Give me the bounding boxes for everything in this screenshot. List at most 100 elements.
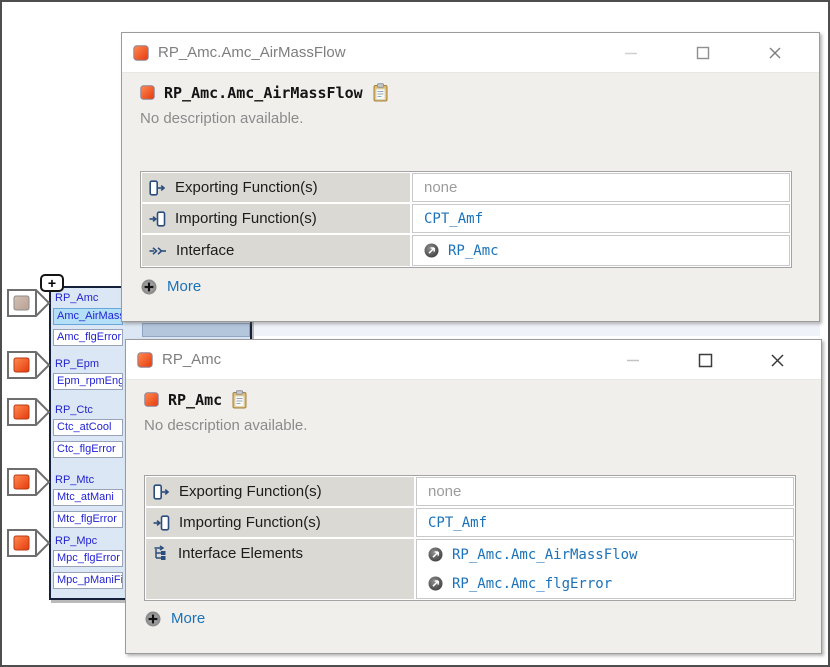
port-flag-icon[interactable]	[6, 468, 52, 501]
port-label[interactable]: RP_Amc	[55, 292, 123, 304]
port-item[interactable]: Mpc_pManiFilt	[53, 572, 123, 589]
row-value: RP_Amc.Amc_AirMassFlow RP_Amc.Amc_flgErr…	[416, 539, 794, 599]
row-value: none	[416, 477, 794, 506]
close-button[interactable]	[741, 340, 813, 380]
interface-element-icon	[140, 85, 155, 100]
interface-elements-icon	[153, 545, 169, 561]
row-label-text: Exporting Function(s)	[179, 483, 322, 500]
navigate-icon[interactable]	[428, 547, 443, 562]
window-title: RP_Amc.Amc_AirMassFlow	[158, 44, 346, 61]
navigate-icon[interactable]	[424, 243, 439, 258]
screenshot-frame: + RP_Amc Amc_AirMass Amc_flgError RP_Epm…	[0, 0, 830, 667]
interface-element-link[interactable]: RP_Amc.Amc_flgError	[452, 576, 612, 592]
table-row: Interface RP_Amc	[142, 235, 790, 266]
port-item[interactable]: Mtc_flgError	[53, 511, 123, 528]
object-name: RP_Amc.Amc_AirMassFlow	[164, 84, 363, 102]
row-label: Interface	[142, 235, 410, 266]
interface-element-link[interactable]: RP_Amc.Amc_AirMassFlow	[452, 547, 637, 563]
row-label-text: Importing Function(s)	[179, 514, 321, 531]
row-value: none	[412, 173, 790, 202]
importing-function-link[interactable]: CPT_Amf	[428, 515, 487, 531]
object-header: RP_Amc.Amc_AirMassFlow	[140, 83, 389, 102]
minimize-icon	[624, 46, 638, 60]
row-label: Importing Function(s)	[146, 508, 414, 537]
port-item[interactable]: Epm_rpmEngS	[53, 373, 123, 390]
table-row: Exporting Function(s) none	[142, 173, 790, 202]
port-label[interactable]: RP_Mtc	[55, 474, 123, 486]
more-label: More	[171, 610, 205, 627]
clipboard-copy-icon[interactable]	[372, 83, 389, 102]
port-flag-icon[interactable]	[6, 351, 52, 384]
navigate-icon[interactable]	[428, 576, 443, 591]
row-label-text: Interface	[176, 242, 234, 259]
row-label: Importing Function(s)	[142, 204, 410, 233]
row-label: Exporting Function(s)	[142, 173, 410, 202]
description-text: No description available.	[144, 417, 307, 434]
maximize-icon	[696, 46, 710, 60]
table-row: Importing Function(s) CPT_Amf	[146, 508, 794, 537]
object-header: RP_Amc	[144, 390, 248, 409]
window-controls	[597, 340, 813, 380]
description-text: No description available.	[140, 110, 303, 127]
minimize-icon	[626, 353, 640, 367]
maximize-button[interactable]	[667, 33, 739, 73]
port-item[interactable]: Mpc_flgError	[53, 550, 123, 567]
row-label: Exporting Function(s)	[146, 477, 414, 506]
link-line: RP_Amc.Amc_AirMassFlow	[428, 540, 637, 569]
exporting-function-icon	[153, 484, 170, 500]
dialog-rp-amc: RP_Amc RP_Amc No description available.	[125, 339, 822, 654]
interface-element-icon	[133, 45, 149, 61]
close-button[interactable]	[739, 33, 811, 73]
port-label[interactable]: RP_Mpc	[55, 535, 123, 547]
minimize-button[interactable]	[595, 33, 667, 73]
port-flag-icon[interactable]	[6, 398, 52, 431]
table-row: Interface Elements RP_Amc.Amc_AirMassFlo…	[146, 539, 794, 599]
link-line: RP_Amc.Amc_flgError	[428, 569, 612, 598]
more-button[interactable]: More	[141, 278, 201, 295]
exporting-function-icon	[149, 180, 166, 196]
port-flag-icon[interactable]	[6, 289, 52, 322]
properties-table: Exporting Function(s) none Importing Fun…	[144, 475, 796, 601]
table-row: Exporting Function(s) none	[146, 477, 794, 506]
value-none: none	[428, 483, 461, 500]
window-title: RP_Amc	[162, 351, 221, 368]
minimize-button[interactable]	[597, 340, 669, 380]
more-button[interactable]: More	[145, 610, 205, 627]
maximize-button[interactable]	[669, 340, 741, 380]
port-item[interactable]: Mtc_atMani	[53, 489, 123, 506]
interface-icon	[149, 244, 167, 258]
clipboard-copy-icon[interactable]	[231, 390, 248, 409]
port-item[interactable]: Ctc_atCool	[53, 419, 123, 436]
diagram-connection-bar	[142, 323, 250, 337]
properties-table: Exporting Function(s) none Importing Fun…	[140, 171, 792, 268]
row-label: Interface Elements	[146, 539, 414, 599]
port-item[interactable]: Amc_flgError	[53, 329, 123, 346]
importing-function-link[interactable]: CPT_Amf	[424, 211, 483, 227]
interface-icon-orange	[144, 392, 159, 407]
row-label-text: Interface Elements	[178, 545, 303, 562]
diagram-background-strip	[254, 323, 820, 336]
window-controls	[595, 33, 811, 73]
table-row: Importing Function(s) CPT_Amf	[142, 204, 790, 233]
row-value: CPT_Amf	[412, 204, 790, 233]
port-label[interactable]: RP_Epm	[55, 358, 123, 370]
link-line: RP_Amc	[424, 236, 499, 265]
port-label[interactable]: RP_Ctc	[55, 404, 123, 416]
port-flag-icon[interactable]	[6, 529, 52, 562]
interface-icon-orange	[137, 352, 153, 368]
object-name: RP_Amc	[168, 391, 222, 409]
dialog-airmassflow: RP_Amc.Amc_AirMassFlow RP_Amc.Amc_AirMas…	[121, 32, 820, 322]
maximize-icon	[698, 353, 713, 368]
close-icon	[768, 46, 782, 60]
plus-more-icon	[141, 279, 157, 295]
value-none: none	[424, 179, 457, 196]
importing-function-icon	[149, 211, 166, 227]
port-item[interactable]: Ctc_flgError	[53, 441, 123, 458]
importing-function-icon	[153, 515, 170, 531]
interface-link[interactable]: RP_Amc	[448, 243, 499, 259]
port-item-selected[interactable]: Amc_AirMass	[53, 308, 123, 325]
more-label: More	[167, 278, 201, 295]
plus-more-icon	[145, 611, 161, 627]
row-label-text: Exporting Function(s)	[175, 179, 318, 196]
row-value: CPT_Amf	[416, 508, 794, 537]
